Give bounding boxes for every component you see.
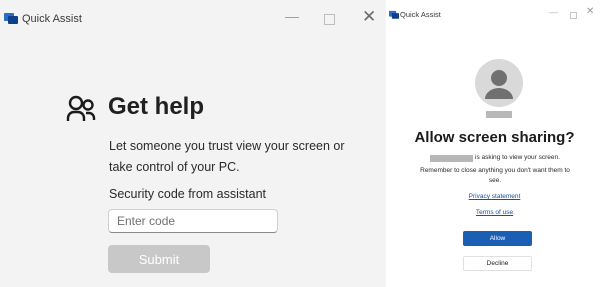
close-icon[interactable]: ✕ bbox=[586, 6, 594, 17]
terms-of-use-link[interactable]: Terms of use bbox=[386, 209, 603, 216]
warning-text: Remember to close anything you don't wan… bbox=[420, 167, 570, 184]
get-help-window: Quick Assist — ✕ Get help Let someone yo… bbox=[0, 0, 386, 287]
window-title: Quick Assist bbox=[22, 13, 82, 25]
maximize-icon[interactable] bbox=[570, 12, 577, 19]
window-title: Quick Assist bbox=[400, 10, 441, 19]
allow-button[interactable]: Allow bbox=[463, 231, 532, 246]
quick-assist-icon bbox=[4, 13, 18, 24]
dialog-title: Allow screen sharing? bbox=[414, 129, 575, 146]
asking-text: is asking to view your screen. bbox=[475, 154, 560, 161]
description-text: Let someone you trust view your screen o… bbox=[109, 139, 345, 174]
security-code-label: Security code from assistant bbox=[109, 187, 267, 201]
maximize-icon[interactable] bbox=[324, 14, 335, 25]
allow-sharing-window: Quick Assist — ✕ Allow screen sharing? i… bbox=[386, 0, 603, 287]
submit-button[interactable]: Submit bbox=[108, 245, 210, 273]
privacy-statement-link[interactable]: Privacy statement bbox=[386, 193, 603, 200]
people-icon bbox=[66, 95, 96, 121]
minimize-icon[interactable]: — bbox=[549, 7, 558, 17]
redacted-helper-name bbox=[430, 155, 473, 162]
close-icon[interactable]: ✕ bbox=[362, 7, 376, 27]
avatar-icon bbox=[475, 59, 523, 107]
page-title: Get help bbox=[108, 93, 205, 120]
redacted-name bbox=[486, 111, 512, 118]
decline-button[interactable]: Decline bbox=[463, 256, 532, 271]
minimize-icon[interactable]: — bbox=[285, 8, 299, 24]
title-bar: Quick Assist — ✕ bbox=[0, 0, 386, 38]
security-code-input[interactable] bbox=[108, 209, 278, 233]
quick-assist-icon bbox=[389, 10, 399, 19]
